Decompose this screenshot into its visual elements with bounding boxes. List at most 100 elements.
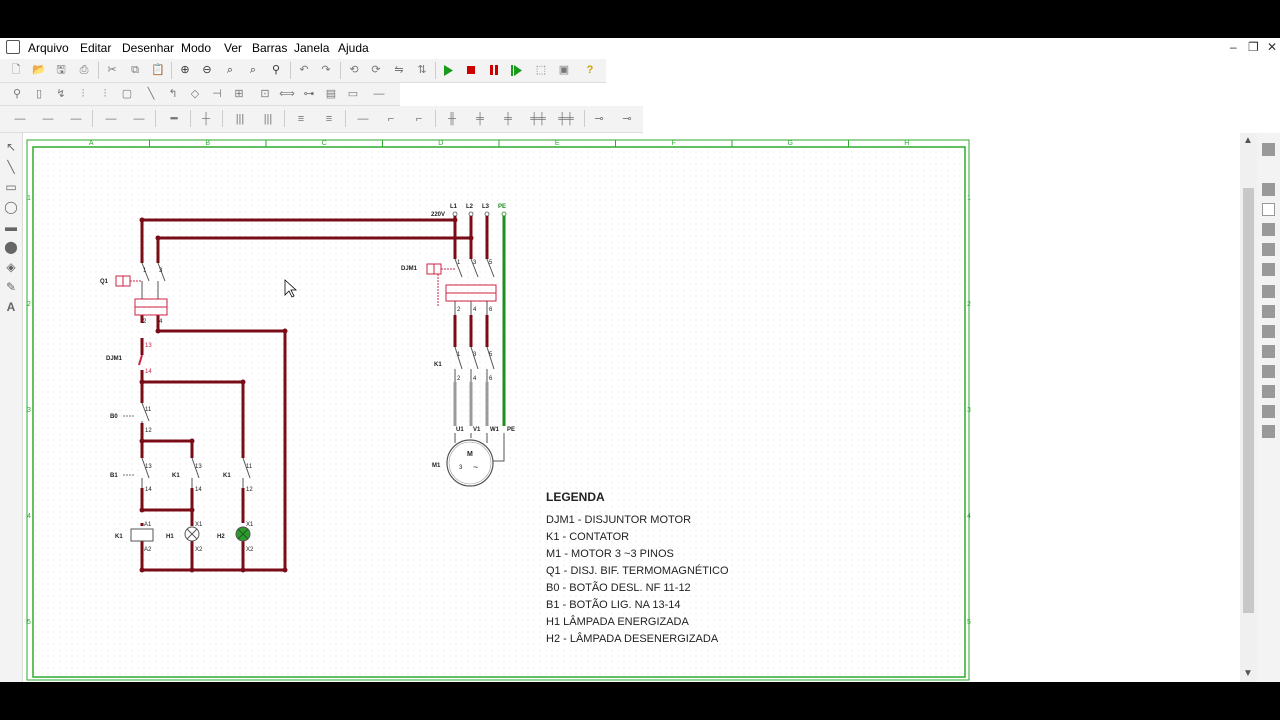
bus-icon[interactable]: ||| <box>260 111 276 127</box>
menu-ajuda[interactable]: Ajuda <box>338 41 369 55</box>
restore-icon[interactable]: ❐ <box>1248 40 1259 54</box>
zoom-window-icon[interactable]: ⌕ <box>245 62 261 78</box>
menu-modo[interactable]: Modo <box>181 41 211 55</box>
panel-tool-icon[interactable] <box>1262 263 1275 276</box>
mirror-icon[interactable]: ⇋ <box>391 62 407 78</box>
contact-icon[interactable]: ╪╪ <box>558 111 574 127</box>
wire-icon[interactable]: ━ <box>166 111 182 127</box>
tool-icon[interactable]: ⟺ <box>279 86 295 102</box>
contact-icon[interactable]: ╫ <box>444 111 460 127</box>
tool-icon[interactable]: ⊞ <box>231 86 247 102</box>
line-icon[interactable]: ╲ <box>3 159 19 175</box>
zoom-in-icon[interactable]: ⊕ <box>177 62 193 78</box>
ellipse-icon[interactable]: ◯ <box>3 199 19 215</box>
wire-icon[interactable]: — <box>12 111 28 127</box>
scrollbar-thumb[interactable] <box>1243 188 1254 613</box>
contact-icon[interactable]: ⊸ <box>619 111 635 127</box>
bus-icon[interactable]: ||| <box>232 111 248 127</box>
open-icon[interactable]: 📂 <box>31 62 47 78</box>
step-icon[interactable] <box>511 65 527 81</box>
tool-icon[interactable]: ▭ <box>345 86 361 102</box>
tool-icon[interactable]: ▯ <box>31 86 47 102</box>
paste-icon[interactable]: 📋 <box>150 62 166 78</box>
panel-tool-icon[interactable] <box>1262 285 1275 298</box>
filled-ellipse-icon[interactable]: ⬤ <box>3 239 19 255</box>
scroll-up-icon[interactable]: ▲ <box>1243 135 1253 146</box>
stop-icon[interactable] <box>466 65 482 81</box>
pen-icon[interactable]: ✎ <box>3 279 19 295</box>
wire-icon[interactable]: — <box>131 111 147 127</box>
contact-icon[interactable]: ╪╪ <box>530 111 546 127</box>
bus-icon[interactable]: ≡ <box>321 111 337 127</box>
contact-icon[interactable]: ╪ <box>472 111 488 127</box>
panel-tool-icon[interactable] <box>1262 425 1275 438</box>
rotate-right-icon[interactable]: ⟳ <box>368 62 384 78</box>
component-icon[interactable]: ⬚ <box>533 62 549 78</box>
help-icon[interactable]: ? <box>582 62 598 78</box>
tool-icon[interactable]: ↰ <box>165 86 181 102</box>
tool-icon[interactable]: ⚲ <box>9 86 25 102</box>
tool-icon[interactable]: ⊶ <box>301 86 317 102</box>
app-icon[interactable] <box>6 40 20 54</box>
menu-desenhar[interactable]: Desenhar <box>122 41 174 55</box>
zoom-fit-icon[interactable]: ⌕ <box>222 62 238 78</box>
contact-icon[interactable]: ⌐ <box>383 111 399 127</box>
wire-icon[interactable]: — <box>68 111 84 127</box>
scroll-down-icon[interactable]: ▼ <box>1243 668 1253 679</box>
panel-tool-icon[interactable] <box>1262 143 1275 156</box>
tool-icon[interactable]: ⫶ <box>97 86 113 102</box>
new-icon[interactable]: 🗋 <box>8 62 24 78</box>
panel-tool-icon[interactable] <box>1262 183 1275 196</box>
tool-icon[interactable]: ⊡ <box>257 86 273 102</box>
contact-icon[interactable]: ⊸ <box>591 111 607 127</box>
text-icon[interactable]: A <box>3 299 19 315</box>
print-icon[interactable]: ⎙ <box>76 62 92 78</box>
pause-icon[interactable] <box>489 65 505 81</box>
tool-icon[interactable]: ↯ <box>53 86 69 102</box>
bus-icon[interactable]: ≡ <box>293 111 309 127</box>
run-icon[interactable] <box>443 65 459 81</box>
undo-icon[interactable]: ↶ <box>296 62 312 78</box>
panel-tool-icon[interactable] <box>1262 385 1275 398</box>
tool-icon[interactable]: ◇ <box>187 86 203 102</box>
menu-ver[interactable]: Ver <box>224 41 242 55</box>
wire-icon[interactable]: — <box>40 111 56 127</box>
contact-icon[interactable]: — <box>355 111 371 127</box>
cut-icon[interactable]: ✂ <box>104 62 120 78</box>
panel-tool-icon[interactable] <box>1262 345 1275 358</box>
panel-tool-icon[interactable] <box>1262 305 1275 318</box>
panel-tool-icon[interactable] <box>1262 243 1275 256</box>
tool-icon[interactable]: ▢ <box>119 86 135 102</box>
tool-icon[interactable]: ▤ <box>323 86 339 102</box>
panel-tool-icon[interactable] <box>1262 405 1275 418</box>
panel-tool-icon[interactable] <box>1262 365 1275 378</box>
menu-janela[interactable]: Janela <box>294 41 329 55</box>
pointer-icon[interactable]: ↖ <box>3 139 19 155</box>
tool-icon[interactable]: ╲ <box>143 86 159 102</box>
filled-rectangle-icon[interactable]: ▬ <box>3 219 19 235</box>
panel-tool-icon[interactable] <box>1262 203 1275 216</box>
tool-icon[interactable]: ⊣ <box>209 86 225 102</box>
zoom-out-icon[interactable]: ⊖ <box>199 62 215 78</box>
menu-barras[interactable]: Barras <box>252 41 287 55</box>
junction-icon[interactable]: ┼ <box>198 111 214 127</box>
drawing-canvas[interactable]: ABCDEFGH 1122334455 Q1 1 3 2 4 DJM1 13 1… <box>23 133 1240 682</box>
contact-icon[interactable]: ╪ <box>500 111 516 127</box>
minimize-icon[interactable]: – <box>1230 40 1237 54</box>
fill-icon[interactable]: ◈ <box>3 259 19 275</box>
panel-tool-icon[interactable] <box>1262 325 1275 338</box>
close-icon[interactable]: ✕ <box>1267 40 1277 54</box>
schematic-sheet[interactable]: ABCDEFGH 1 12 23 34 45 5 Q1 1 3 2 4 DJM1… <box>23 133 973 682</box>
rotate-left-icon[interactable]: ⟲ <box>346 62 362 78</box>
contact-icon[interactable]: ⌐ <box>411 111 427 127</box>
flip-icon[interactable]: ⇅ <box>414 62 430 78</box>
tool-icon[interactable]: — <box>371 86 387 102</box>
vertical-scrollbar[interactable]: ▲ ▼ <box>1240 133 1257 682</box>
wire-icon[interactable]: — <box>103 111 119 127</box>
redo-icon[interactable]: ↷ <box>318 62 334 78</box>
menu-editar[interactable]: Editar <box>80 41 111 55</box>
tool-icon[interactable]: ⫶ <box>75 86 91 102</box>
save-icon[interactable]: 🖫 <box>53 62 69 78</box>
panel-tool-icon[interactable] <box>1262 223 1275 236</box>
settings-icon[interactable]: ▣ <box>556 62 572 78</box>
